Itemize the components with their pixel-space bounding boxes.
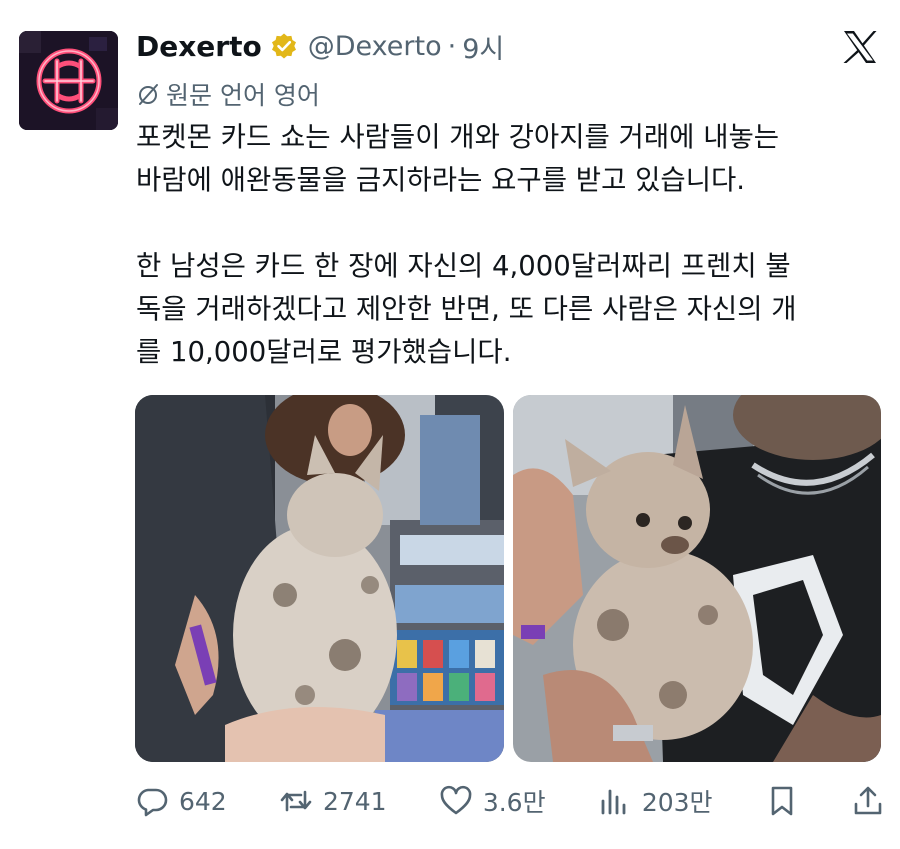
tweet-text-line: 를 10,000달러로 평가했습니다. xyxy=(136,336,512,368)
translation-notice[interactable]: 원문 언어 영어 xyxy=(136,76,320,112)
like-button[interactable]: 3.6만 xyxy=(439,783,546,819)
tweet-body: 포켓몬 카드 쇼는 사람들이 개와 강아지를 거래에 내놓는 바람에 애완동물을… xyxy=(136,116,886,374)
tweet-text-line: 한 남성은 카드 한 장에 자신의 4,000달러짜리 프렌치 불 xyxy=(136,250,791,282)
reply-count: 642 xyxy=(179,786,227,816)
author-handle[interactable]: @Dexerto xyxy=(308,31,442,62)
dexerto-logo xyxy=(19,31,118,130)
tweet-text-line: 독을 거래하겠다고 제안한 반면, 또 다른 사람은 자신의 개 xyxy=(136,293,797,325)
author-avatar[interactable] xyxy=(19,31,118,130)
tweet-time[interactable]: 9시 xyxy=(462,27,504,66)
tweet-text-line: 바람에 애완동물을 금지하라는 요구를 받고 있습니다. xyxy=(136,164,746,196)
share-icon xyxy=(854,786,882,815)
repost-button[interactable]: 2741 xyxy=(279,784,387,818)
dog-photo-right xyxy=(513,395,881,762)
views-button[interactable]: 203만 xyxy=(598,783,713,819)
views-icon xyxy=(601,789,626,815)
author-name[interactable]: Dexerto xyxy=(136,30,262,63)
tweet-text-line: 포켓몬 카드 쇼는 사람들이 개와 강아지를 거래에 내놓는 xyxy=(136,121,780,153)
bookmark-button[interactable] xyxy=(765,784,799,818)
heart-icon xyxy=(440,785,472,815)
tweet-header: Dexerto @Dexerto · 9시 xyxy=(136,26,776,66)
separator-dot: · xyxy=(447,30,457,62)
tweet-photo-right[interactable] xyxy=(513,395,881,762)
tweet-photo-left[interactable] xyxy=(135,395,504,762)
repost-count: 2741 xyxy=(322,786,387,816)
bookmark-icon xyxy=(771,786,793,816)
translation-label: 원문 언어 영어 xyxy=(166,81,320,110)
translate-slash-icon xyxy=(139,84,158,105)
reply-icon xyxy=(137,788,168,817)
repost-icon xyxy=(280,790,312,812)
x-logo-icon[interactable] xyxy=(842,30,878,64)
share-button[interactable] xyxy=(851,784,885,818)
views-count: 203만 xyxy=(641,788,713,817)
like-count: 3.6만 xyxy=(482,788,546,817)
verified-badge-icon xyxy=(270,32,298,60)
dog-photo-left xyxy=(135,395,504,762)
reply-button[interactable]: 642 xyxy=(135,784,227,818)
tweet-action-bar: 642 2741 3.6만 203만 xyxy=(135,778,885,824)
